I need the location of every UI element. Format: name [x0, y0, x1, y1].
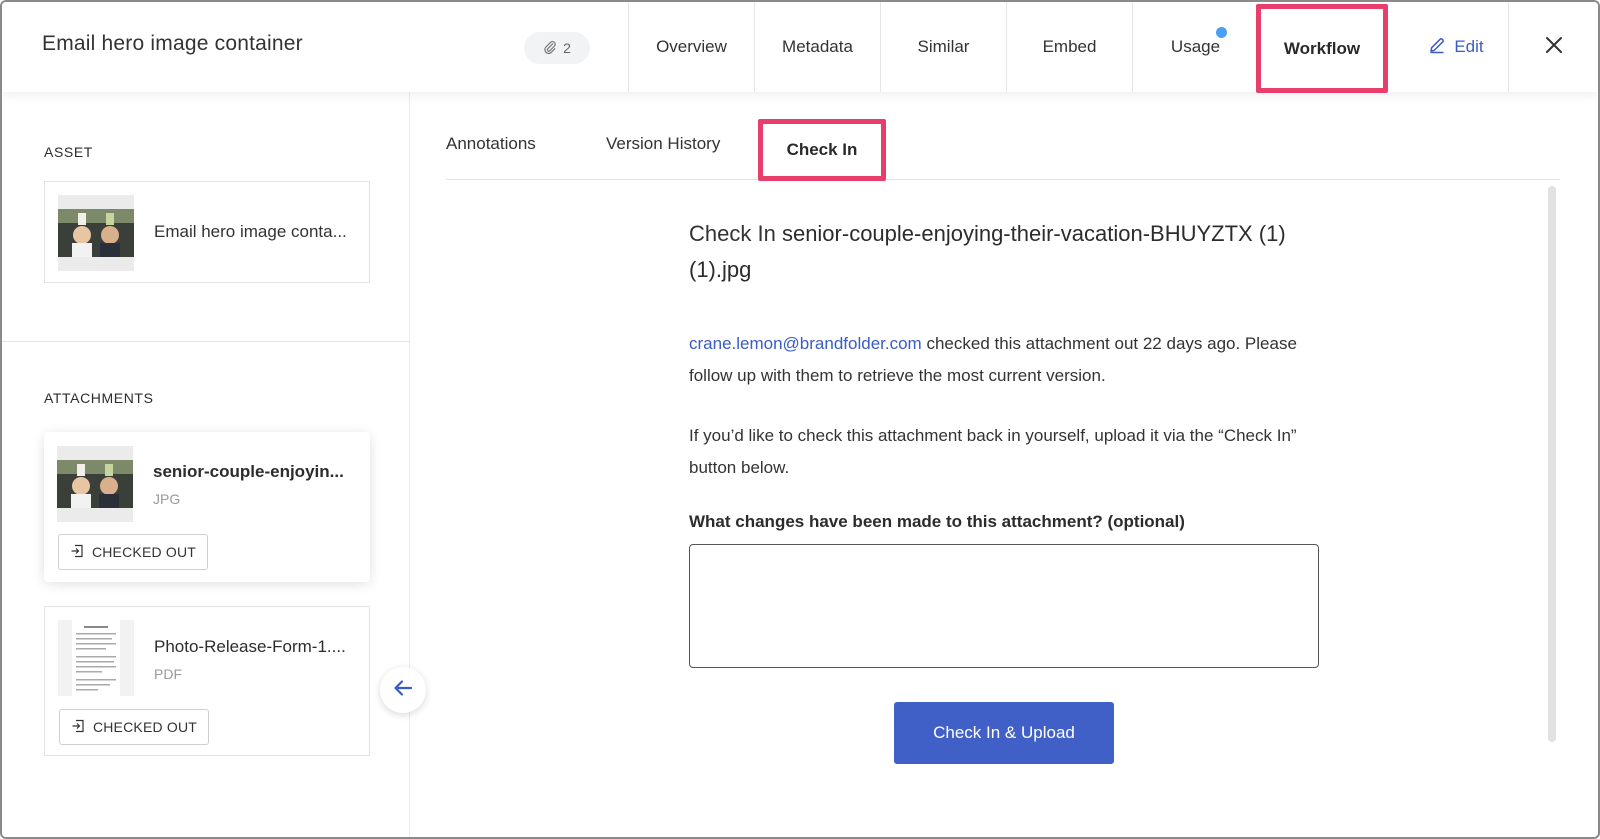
- tab-workflow[interactable]: Workflow: [1256, 4, 1388, 93]
- checkout-icon: [71, 719, 85, 736]
- asset-modal: Email hero image container 2 Overview Me…: [0, 0, 1600, 839]
- attachment-count-pill[interactable]: 2: [524, 32, 590, 64]
- tab-overview[interactable]: Overview: [628, 2, 754, 92]
- asset-title: Email hero image container: [42, 32, 303, 55]
- checked-out-by-link[interactable]: crane.lemon@brandfolder.com: [689, 334, 922, 353]
- changes-textarea[interactable]: [689, 544, 1319, 668]
- modal-header: Email hero image container 2 Overview Me…: [2, 2, 1598, 93]
- edit-button[interactable]: Edit: [1406, 2, 1506, 92]
- self-checkin-text: If you’d like to check this attachment b…: [689, 426, 1297, 477]
- attachment-name: Photo-Release-Form-1....: [154, 637, 346, 656]
- attachment-type: PDF: [154, 666, 182, 682]
- attachment-thumbnail: [58, 620, 134, 696]
- collapse-sidebar-button[interactable]: [380, 667, 426, 713]
- attachment-item-pdf[interactable]: Photo-Release-Form-1.... PDF CHECKED OUT: [44, 606, 370, 756]
- workflow-subtabs: Annotations Version History Check In: [446, 92, 1560, 181]
- heading-prefix: Check In: [689, 221, 776, 246]
- check-in-panel: Check In senior-couple-enjoying-their-va…: [689, 216, 1329, 764]
- sidebar-divider: [2, 341, 410, 342]
- arrow-left-icon: [392, 677, 414, 704]
- attachment-item-jpg[interactable]: senior-couple-enjoyin... JPG CHECKED OUT: [44, 432, 370, 582]
- scrollbar[interactable]: [1548, 186, 1556, 742]
- asset-card[interactable]: Email hero image conta...: [44, 181, 370, 283]
- attachment-thumbnail: [57, 446, 133, 522]
- paperclip-icon: [543, 40, 557, 57]
- attachment-count: 2: [563, 40, 571, 56]
- checked-out-notice: crane.lemon@brandfolder.com checked this…: [689, 328, 1329, 392]
- subtab-version-history[interactable]: Version History: [606, 134, 720, 154]
- usage-notification-dot: [1216, 27, 1227, 38]
- asset-thumbnail: [58, 195, 134, 271]
- attachment-type: JPG: [153, 491, 181, 507]
- subtab-annotations[interactable]: Annotations: [446, 134, 536, 154]
- attachment-name: senior-couple-enjoyin...: [153, 462, 344, 481]
- check-in-upload-button[interactable]: Check In & Upload: [894, 702, 1114, 764]
- tab-embed[interactable]: Embed: [1006, 2, 1132, 92]
- tab-usage[interactable]: Usage: [1132, 2, 1258, 92]
- tab-metadata[interactable]: Metadata: [754, 2, 880, 92]
- edit-label: Edit: [1454, 37, 1484, 56]
- tab-similar[interactable]: Similar: [880, 2, 1006, 92]
- checkout-icon: [70, 544, 84, 561]
- checked-out-button[interactable]: CHECKED OUT: [58, 534, 208, 570]
- heading-filename: senior-couple-enjoying-their-vacation-BH…: [689, 221, 1286, 282]
- close-icon: [1545, 36, 1563, 59]
- checked-out-label: CHECKED OUT: [91, 544, 197, 560]
- check-in-heading: Check In senior-couple-enjoying-their-va…: [689, 216, 1329, 288]
- asset-name: Email hero image conta...: [154, 222, 347, 241]
- subtab-check-in[interactable]: Check In: [758, 119, 886, 181]
- sidebar: ASSET Email hero image conta... ATTACHME…: [2, 92, 410, 837]
- close-button[interactable]: [1508, 2, 1598, 92]
- checked-out-label: CHECKED OUT: [92, 719, 198, 735]
- pencil-icon: [1428, 36, 1446, 59]
- asset-section-label: ASSET: [44, 144, 93, 160]
- attachments-section-label: ATTACHMENTS: [44, 390, 154, 406]
- changes-label: What changes have been made to this atta…: [689, 512, 1185, 531]
- checked-out-button[interactable]: CHECKED OUT: [59, 709, 209, 745]
